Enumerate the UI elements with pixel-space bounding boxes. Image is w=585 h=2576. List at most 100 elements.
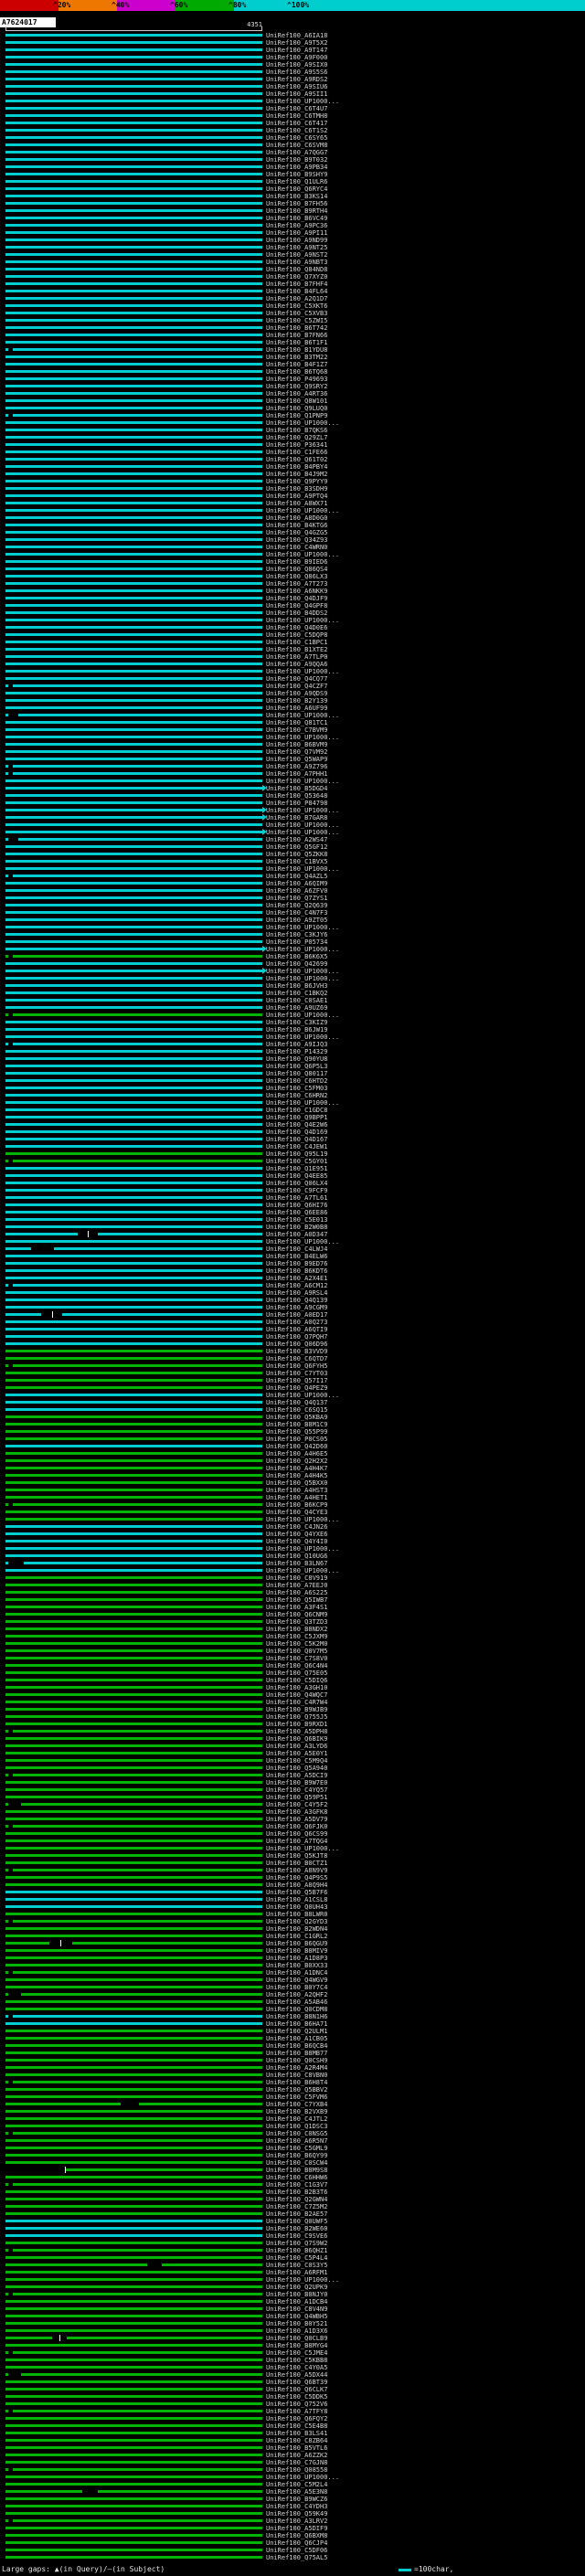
hit-label[interactable]: UniRef100_C1G3V7 <box>266 2181 327 2189</box>
hit-label[interactable]: UniRef100_UP1000... <box>266 1845 339 1852</box>
hit-label[interactable]: UniRef100_C7BVM9 <box>266 726 327 734</box>
alignment-bar[interactable] <box>5 1518 262 1521</box>
hit-label[interactable]: UniRef100_B8M1C9 <box>266 1421 327 1428</box>
alignment-bar[interactable] <box>5 2147 262 2150</box>
alignment-bar[interactable] <box>5 1847 262 1850</box>
hit-label[interactable]: UniRef100_A9RDS2 <box>266 76 327 83</box>
hit-label[interactable]: UniRef100_Q75E05 <box>266 1670 327 1677</box>
hit-label[interactable]: UniRef100_P05734 <box>266 938 327 946</box>
alignment-bar[interactable] <box>5 807 267 813</box>
alignment-bar[interactable] <box>5 829 267 835</box>
hit-label[interactable]: UniRef100_B7QKS6 <box>266 427 327 434</box>
hit-label[interactable]: UniRef100_A9ZT05 <box>266 917 327 924</box>
alignment-bar[interactable] <box>5 2073 262 2077</box>
alignment-bar[interactable] <box>5 509 262 513</box>
hit-label[interactable]: UniRef100_A9SII1 <box>266 90 327 98</box>
alignment-bar[interactable] <box>5 1569 262 1573</box>
alignment-bar[interactable] <box>5 2519 262 2523</box>
alignment-bar[interactable] <box>5 1664 262 1668</box>
hit-label[interactable]: UniRef100_Q9PYY9 <box>266 478 327 485</box>
alignment-bar[interactable] <box>5 239 262 242</box>
hit-label[interactable]: UniRef100_Q9BPP1 <box>266 1114 327 1121</box>
hit-label[interactable]: UniRef100_Q4WBH5 <box>266 2313 327 2320</box>
hit-label[interactable]: UniRef100_C4WRN0 <box>266 544 327 551</box>
hit-label[interactable]: UniRef100_B8MB77 <box>266 2050 327 2057</box>
hit-label[interactable]: UniRef100_A7TLP0 <box>266 653 327 661</box>
hit-label[interactable]: UniRef100_A6IA18 <box>266 32 327 39</box>
hit-label[interactable]: UniRef100_UP1000... <box>266 778 339 785</box>
hit-label[interactable]: UniRef100_Q1PNP9 <box>266 412 327 419</box>
alignment-bar[interactable] <box>5 692 262 695</box>
alignment-bar[interactable] <box>5 268 262 271</box>
hit-label[interactable]: UniRef100_A4H4K7 <box>266 1465 327 1472</box>
hit-label[interactable]: UniRef100_A5AB46 <box>266 1998 327 2006</box>
alignment-bar[interactable] <box>5 165 262 169</box>
hit-label[interactable]: UniRef100_Q0UH43 <box>266 1903 327 1911</box>
hit-label[interactable]: UniRef100_Q4AZL5 <box>266 873 327 880</box>
alignment-bar[interactable] <box>5 633 262 637</box>
hit-label[interactable]: UniRef100_A4H6E5 <box>266 1450 327 1458</box>
hit-label[interactable]: UniRef100_Q61T02 <box>266 456 327 463</box>
alignment-bar[interactable] <box>5 1167 262 1171</box>
alignment-bar[interactable] <box>5 567 262 571</box>
hit-label[interactable]: UniRef100_Q90YU8 <box>266 1055 327 1063</box>
hit-label[interactable]: UniRef100_B6KDT6 <box>266 1267 327 1275</box>
alignment-bar[interactable] <box>5 392 262 396</box>
hit-label[interactable]: UniRef100_Q9LUQ0 <box>266 405 327 412</box>
alignment-bar[interactable] <box>5 1854 262 1858</box>
alignment-bar[interactable] <box>5 1123 262 1127</box>
alignment-bar[interactable] <box>5 2446 262 2450</box>
hit-label[interactable]: UniRef100_UP1000... <box>266 1099 339 1107</box>
hit-label[interactable]: UniRef100_C1BPC1 <box>266 639 327 646</box>
alignment-bar[interactable] <box>5 1744 262 1748</box>
hit-label[interactable]: UniRef100_UP1000... <box>266 1545 339 1553</box>
alignment-bar[interactable] <box>5 1138 262 1141</box>
hit-label[interactable]: UniRef100_A2Q1D7 <box>266 295 327 302</box>
hit-label[interactable]: UniRef100_Q2ULM1 <box>266 2028 327 2035</box>
hit-label[interactable]: UniRef100_A4RT36 <box>266 390 327 398</box>
alignment-bar[interactable] <box>5 1876 262 1880</box>
alignment-bar[interactable] <box>5 1591 262 1595</box>
alignment-bar[interactable] <box>5 779 262 783</box>
hit-label[interactable]: UniRef100_B3KS14 <box>266 193 327 200</box>
alignment-bar[interactable] <box>5 1503 262 1507</box>
hit-label[interactable]: UniRef100_Q1E951 <box>266 1165 327 1172</box>
hit-label[interactable]: UniRef100_Q0CDM8 <box>266 2006 327 2013</box>
hit-label[interactable]: UniRef100_UP1000... <box>266 975 339 982</box>
alignment-bar[interactable] <box>5 1116 262 1119</box>
hit-label[interactable]: UniRef100_C5P4L4 <box>266 2254 327 2262</box>
hit-label[interactable]: UniRef100_A9NST2 <box>266 251 327 259</box>
alignment-bar[interactable] <box>5 1810 262 1814</box>
alignment-bar[interactable] <box>5 1891 262 1894</box>
hit-label[interactable]: UniRef100_C4LWJ4 <box>266 1246 327 1253</box>
hit-label[interactable]: UniRef100_B2WE60 <box>266 2225 327 2232</box>
alignment-bar[interactable] <box>5 304 262 308</box>
hit-label[interactable]: UniRef100_Q4P9S5 <box>266 1874 327 1882</box>
alignment-bar[interactable] <box>5 1231 262 1237</box>
hit-label[interactable]: UniRef100_Q59K49 <box>266 2510 327 2518</box>
alignment-bar[interactable] <box>5 2359 262 2362</box>
hit-label[interactable]: UniRef100_A5DIF9 <box>266 2525 327 2532</box>
hit-label[interactable]: UniRef100_Q06LX4 <box>266 1180 327 1187</box>
alignment-bar[interactable] <box>5 553 262 557</box>
hit-label[interactable]: UniRef100_UP1000... <box>266 1238 339 1246</box>
hit-label[interactable]: UniRef100_C4R7W4 <box>266 1699 327 1706</box>
alignment-bar[interactable] <box>5 2468 262 2472</box>
alignment-bar[interactable] <box>5 2271 262 2274</box>
alignment-bar[interactable] <box>5 1291 262 1295</box>
hit-label[interactable]: UniRef100_C6T4U7 <box>266 105 327 112</box>
hit-label[interactable]: UniRef100_Q0UWF5 <box>266 2218 327 2225</box>
hit-label[interactable]: UniRef100_C6T417 <box>266 120 327 127</box>
hit-label[interactable]: UniRef100_A1D3X6 <box>266 2327 327 2335</box>
alignment-bar[interactable] <box>5 85 262 89</box>
alignment-bar[interactable] <box>5 1072 262 1076</box>
alignment-bar[interactable] <box>5 1554 262 1558</box>
hit-label[interactable]: UniRef100_Q1DSC3 <box>266 2123 327 2130</box>
alignment-bar[interactable] <box>5 151 262 154</box>
alignment-bar[interactable] <box>5 1774 262 1777</box>
hit-label[interactable]: UniRef100_Q7S9W2 <box>266 2240 327 2247</box>
alignment-bar[interactable] <box>5 2329 262 2333</box>
hit-label[interactable]: UniRef100_Q81TC1 <box>266 719 327 726</box>
hit-label[interactable]: UniRef100_Q5GF12 <box>266 843 327 851</box>
hit-label[interactable]: UniRef100_Q7VM92 <box>266 748 327 756</box>
